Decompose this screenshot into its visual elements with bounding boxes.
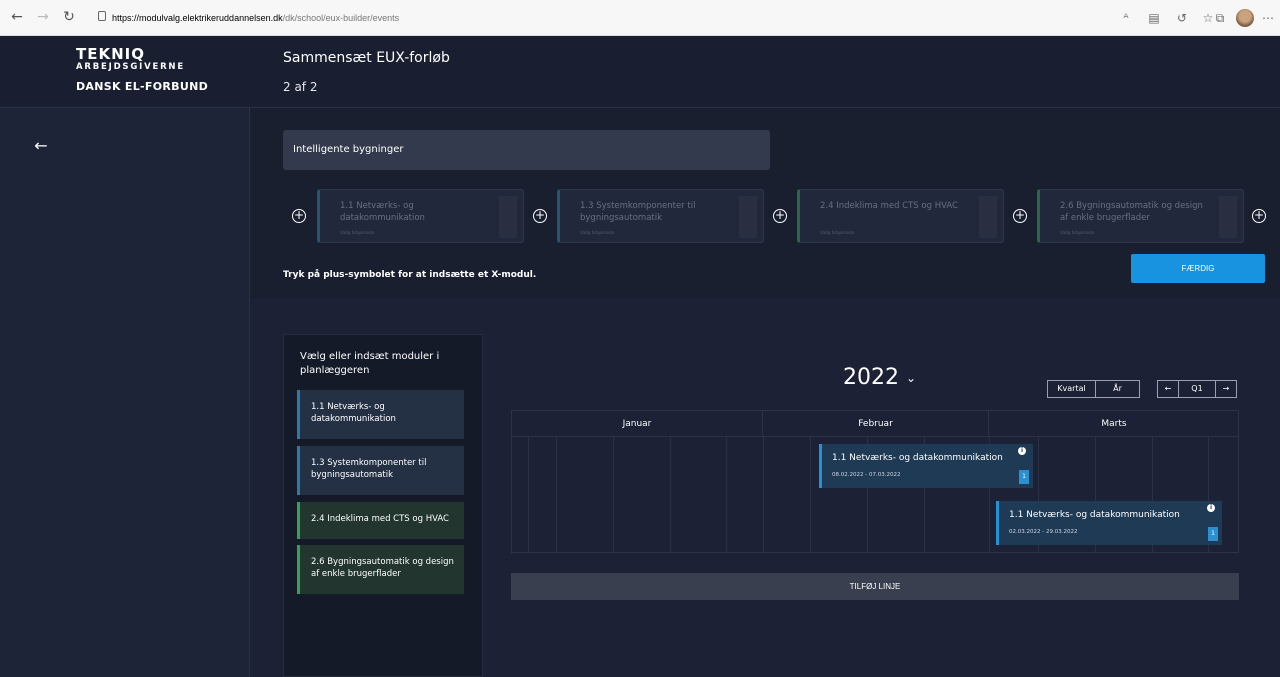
module-card[interactable]: 2.6 Bygningsautomatik og design af enkle…: [1037, 189, 1244, 243]
grid-line: [528, 437, 529, 553]
period-label: Q1: [1178, 380, 1216, 398]
timeline-grid: Januar Februar Marts 1.1 Netværks- og da…: [511, 410, 1239, 553]
picker-item[interactable]: 1.3 Systemkomponenter til bygningsautoma…: [297, 446, 464, 495]
reload-icon[interactable]: ↻: [60, 8, 78, 26]
logo-arbejdsgiverne: ARBEJDSGIVERNE: [76, 62, 185, 72]
view-quarter-toggle[interactable]: Kvartal: [1047, 380, 1096, 398]
picker-title: Vælg eller indsæt moduler i planlæggeren: [300, 351, 440, 376]
grid-line: [763, 437, 764, 553]
forward-arrow-icon[interactable]: →: [34, 8, 52, 26]
month-header: Februar: [763, 411, 989, 437]
grid-line: [556, 437, 557, 553]
refresh-page-icon[interactable]: ↺: [1174, 10, 1190, 26]
module-card[interactable]: 1.3 Systemkomponenter til bygningsautoma…: [557, 189, 764, 243]
collections-icon[interactable]: ⧉: [1212, 10, 1228, 26]
planned-module-event[interactable]: 1.1 Netværks- og datakommunikation 08.02…: [819, 444, 1033, 488]
arrow-right-icon: →: [1222, 384, 1230, 393]
event-title: 1.1 Netværks- og datakommunikation: [832, 453, 1003, 463]
step-indicator: 2 af 2: [283, 80, 318, 94]
back-button[interactable]: ←: [30, 135, 52, 157]
event-count-badge: 1: [1208, 527, 1218, 541]
chevron-down-icon: ⌄: [906, 371, 917, 385]
browser-toolbar: ← → ↻ https://modulvalg.elektrikeruddann…: [0, 0, 1280, 36]
year-value: 2022: [843, 365, 899, 390]
prev-period-button[interactable]: ←: [1157, 380, 1179, 398]
module-card-title: 2.6 Bygningsautomatik og design af enkle…: [1060, 201, 1203, 223]
grid-line: [670, 437, 671, 553]
event-dates: 02.03.2022 - 29.03.2022: [1009, 529, 1078, 535]
month-header: Januar: [512, 411, 763, 437]
arrow-left-icon: ←: [34, 136, 48, 155]
grid-line: [726, 437, 727, 553]
module-card-title: 1.3 Systemkomponenter til bygningsautoma…: [580, 201, 696, 223]
insert-module-plus-icon[interactable]: +: [1013, 209, 1027, 223]
module-card[interactable]: 2.4 Indeklima med CTS og HVAC Vælg tidsp…: [797, 189, 1004, 243]
module-card-subtitle: Vælg tidsperiode: [820, 230, 855, 235]
arrow-left-icon: ←: [1164, 384, 1172, 393]
url-path: /dk/school/eux-builder/events: [282, 13, 400, 23]
year-selector[interactable]: 2022 ⌄: [843, 365, 916, 390]
picker-item[interactable]: 1.1 Netværks- og datakommunikation: [297, 390, 464, 439]
read-aloud-icon[interactable]: ᴬ: [1118, 10, 1134, 26]
module-card-subtitle: Vælg tidsperiode: [340, 230, 375, 235]
insert-module-plus-icon[interactable]: +: [292, 209, 306, 223]
module-card-image: [979, 196, 997, 238]
module-card-image: [739, 196, 757, 238]
done-button[interactable]: FÆRDIG: [1131, 254, 1265, 283]
module-picker: Vælg eller indsæt moduler i planlæggeren…: [283, 334, 483, 677]
insert-module-plus-icon[interactable]: +: [1252, 209, 1266, 223]
module-card-subtitle: Vælg tidsperiode: [1060, 230, 1095, 235]
more-menu-icon[interactable]: ⋯: [1260, 10, 1276, 26]
module-card-title: 1.1 Netværks- og datakommunikation: [340, 201, 425, 223]
module-card[interactable]: 1.1 Netværks- og datakommunikation Vælg …: [317, 189, 524, 243]
next-period-button[interactable]: →: [1215, 380, 1237, 398]
picker-item[interactable]: 2.6 Bygningsautomatik og design af enkle…: [297, 545, 464, 594]
logo-tekniq: TEKNIQ: [76, 45, 145, 63]
insert-hint: Tryk på plus-symbolet for at indsætte et…: [283, 270, 537, 280]
info-icon[interactable]: i: [1018, 447, 1026, 455]
insert-module-plus-icon[interactable]: +: [533, 209, 547, 223]
month-header: Marts: [989, 411, 1239, 437]
event-title: 1.1 Netværks- og datakommunikation: [1009, 510, 1180, 520]
sidebar: TEKNIQ ARBEJDSGIVERNE DANSK EL-FORBUND ←: [0, 37, 250, 677]
grid-line: [810, 437, 811, 553]
add-row-button[interactable]: TILFØJ LINJE: [511, 573, 1239, 600]
page-header: Sammensæt EUX-forløb 2 af 2: [251, 37, 1280, 108]
module-card-title: 2.4 Indeklima med CTS og HVAC: [820, 201, 958, 211]
module-card-subtitle: Vælg tidsperiode: [580, 230, 615, 235]
logo: TEKNIQ ARBEJDSGIVERNE DANSK EL-FORBUND: [0, 37, 250, 108]
view-year-toggle[interactable]: År: [1095, 380, 1140, 398]
planned-module-event[interactable]: 1.1 Netværks- og datakommunikation 02.03…: [996, 501, 1222, 545]
program-name: Intelligente bygninger: [283, 130, 770, 170]
reader-view-icon[interactable]: ▤: [1146, 10, 1162, 26]
picker-item[interactable]: 2.4 Indeklima med CTS og HVAC: [297, 502, 464, 539]
page-title: Sammensæt EUX-forløb: [283, 50, 450, 66]
lock-icon: [98, 11, 106, 21]
url-host: https://modulvalg.elektrikeruddannelsen.…: [112, 13, 283, 23]
address-bar[interactable]: https://modulvalg.elektrikeruddannelsen.…: [112, 8, 399, 28]
module-card-image: [499, 196, 517, 238]
logo-dansk-el-forbund: DANSK EL-FORBUND: [76, 80, 209, 93]
info-icon[interactable]: i: [1207, 504, 1215, 512]
grid-line: [613, 437, 614, 553]
module-panel: Intelligente bygninger + 1.1 Netværks- o…: [251, 108, 1280, 298]
event-dates: 08.02.2022 - 07.03.2022: [832, 472, 901, 478]
insert-module-plus-icon[interactable]: +: [773, 209, 787, 223]
module-card-image: [1219, 196, 1237, 238]
event-count-badge: 1: [1019, 470, 1029, 484]
back-arrow-icon[interactable]: ←: [8, 8, 26, 26]
profile-avatar[interactable]: [1236, 9, 1254, 27]
